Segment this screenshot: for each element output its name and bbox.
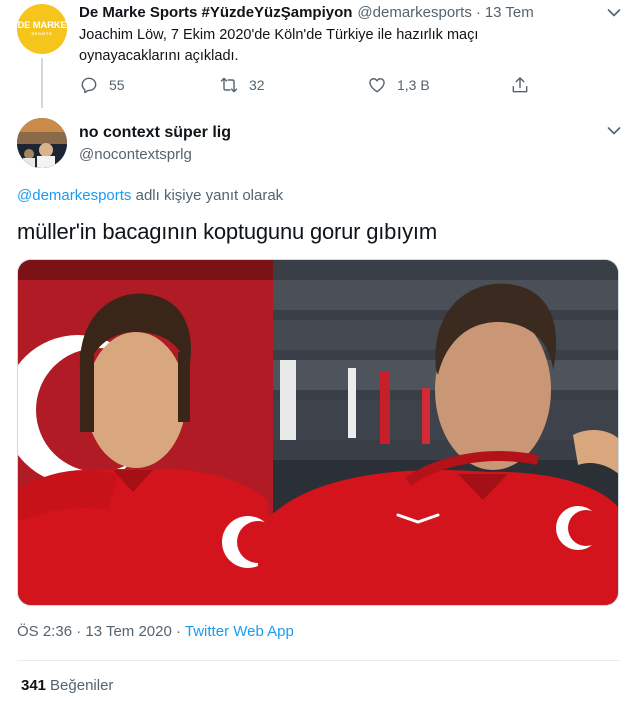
tweet-media-photo[interactable] <box>17 259 619 606</box>
chevron-down-icon[interactable] <box>607 126 621 136</box>
parent-tweet[interactable]: DE MARKE SPORTS De Marke Sports #YüzdeYü… <box>0 0 635 110</box>
tweet-timestamp[interactable]: ÖS 2:36 · 13 Tem 2020 · <box>17 623 185 640</box>
share-button[interactable] <box>510 75 530 95</box>
reply-tweet-text: müller'in bacagının koptugunu gorur gıbı… <box>17 219 437 244</box>
reply-avatar[interactable] <box>17 118 67 168</box>
parent-timestamp[interactable]: 13 Tem <box>485 4 534 21</box>
parent-display-name[interactable]: De Marke Sports #YüzdeYüzŞampiyon <box>79 4 352 21</box>
reply-icon <box>81 77 97 94</box>
parent-tweet-text: Joachim Löw, 7 Ekim 2020'de Köln'de Türk… <box>79 27 479 64</box>
replying-to-mention[interactable]: @demarkesports <box>17 187 131 204</box>
avatar-logo-text: DE MARKE <box>17 20 67 31</box>
share-icon <box>512 77 528 93</box>
separator-dot: · <box>475 4 481 21</box>
likes-count: 341 <box>21 677 47 694</box>
tweet-source-link[interactable]: Twitter Web App <box>185 623 294 640</box>
divider <box>17 660 619 661</box>
thread-connector-line <box>41 58 43 108</box>
parent-avatar[interactable]: DE MARKE SPORTS <box>17 4 67 54</box>
parent-handle[interactable]: @demarkesports <box>357 4 471 21</box>
avatar-logo-subtext: SPORTS <box>31 31 53 36</box>
reply-count: 55 <box>109 77 125 93</box>
photo-illustration <box>18 260 618 605</box>
reply-display-name[interactable]: no context süper lig <box>79 124 231 142</box>
retweet-count: 32 <box>249 77 265 93</box>
like-button[interactable]: 1,3 B <box>367 75 430 95</box>
like-count: 1,3 B <box>397 77 430 93</box>
parent-action-bar: 55 32 1,3 B <box>79 75 539 97</box>
replying-to-suffix: adlı kişiye yanıt olarak <box>131 187 284 204</box>
likes-summary[interactable]: 341 Beğeniler <box>21 677 113 694</box>
parent-tweet-header: De Marke Sports #YüzdeYüzŞampiyon @demar… <box>79 4 534 24</box>
tweet-meta: ÖS 2:36 · 13 Tem 2020 · Twitter Web App <box>17 623 294 640</box>
reply-button[interactable]: 55 <box>79 75 125 95</box>
chevron-down-icon[interactable] <box>607 8 621 18</box>
likes-label: Beğeniler <box>50 677 114 694</box>
replying-to: @demarkesports adlı kişiye yanıt olarak <box>17 187 283 204</box>
retweet-button[interactable]: 32 <box>219 75 265 95</box>
retweet-icon <box>220 77 238 93</box>
reply-handle[interactable]: @nocontextsprlg <box>79 146 192 163</box>
heart-icon <box>369 78 385 93</box>
avatar-photo <box>17 118 67 168</box>
